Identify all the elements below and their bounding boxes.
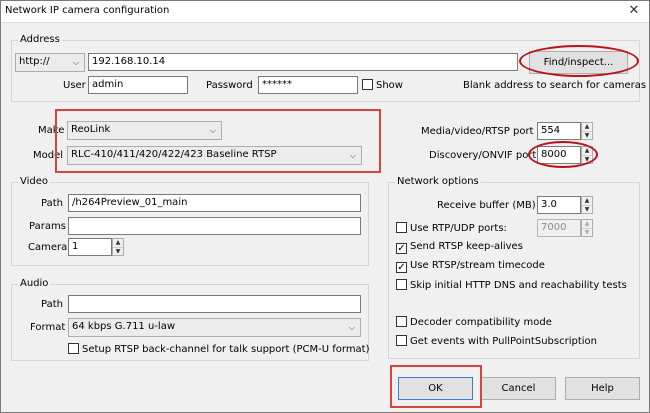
media-port-input[interactable]: 554 — [537, 122, 581, 140]
spin-up-icon[interactable]: ▲ — [113, 239, 123, 247]
use-rtp-toggle[interactable]: Use RTP/UDP ports: — [396, 222, 507, 234]
camera-input[interactable]: 1 — [68, 238, 112, 256]
audio-format-select[interactable]: 64 kbps G.711 u-law ⌵ — [68, 318, 361, 337]
chevron-down-icon: ⌵ — [209, 126, 216, 135]
spin-down-icon[interactable]: ▼ — [582, 155, 592, 163]
decoder-compat-label: Decoder compatibility mode — [410, 317, 552, 328]
pullpoint-checkbox[interactable] — [396, 335, 407, 346]
timecode-label: Use RTSP/stream timecode — [410, 260, 545, 271]
user-input[interactable]: admin — [88, 76, 188, 94]
camera-spinner[interactable]: ▲ ▼ — [112, 238, 124, 256]
backchannel-label: Setup RTSP back-channel for talk support… — [82, 344, 370, 355]
backchannel-toggle[interactable]: Setup RTSP back-channel for talk support… — [68, 343, 370, 355]
video-path-input[interactable]: /h264Preview_01_main — [68, 194, 361, 212]
video-path-label: Path — [41, 198, 63, 209]
show-password-toggle[interactable]: Show — [362, 79, 403, 91]
discovery-port-input[interactable]: 8000 — [537, 146, 581, 164]
protocol-value: http:// — [19, 56, 50, 67]
ok-button[interactable]: OK — [398, 377, 473, 400]
show-password-label: Show — [376, 80, 403, 91]
keepalive-label: Send RTSP keep-alives — [410, 241, 523, 252]
network-options-title: Network options — [395, 176, 481, 187]
address-input[interactable]: 192.168.10.14 — [88, 53, 518, 71]
use-rtp-checkbox[interactable] — [396, 222, 407, 233]
dialog-window: Network IP camera configuration ✕ Addres… — [0, 0, 650, 413]
chevron-down-icon: ⌵ — [348, 323, 355, 332]
spin-up-icon[interactable]: ▲ — [582, 123, 592, 131]
spin-down-icon[interactable]: ▼ — [582, 131, 592, 139]
model-select[interactable]: RLC-410/411/420/422/423 Baseline RTSP ⌵ — [67, 146, 362, 165]
audio-format-value: 64 kbps G.711 u-law — [72, 321, 176, 332]
spin-down-icon[interactable]: ▼ — [113, 247, 123, 255]
rtp-port-input: 7000 — [537, 219, 581, 237]
spin-up-icon[interactable]: ▲ — [582, 197, 592, 205]
decoder-compat-toggle[interactable]: Decoder compatibility mode — [396, 316, 552, 328]
skip-dns-label: Skip initial HTTP DNS and reachability t… — [410, 280, 627, 291]
timecode-toggle[interactable]: ✓ Use RTSP/stream timecode — [396, 260, 545, 273]
audio-path-label: Path — [41, 299, 63, 310]
close-button[interactable]: ✕ — [619, 1, 649, 22]
audio-path-input[interactable] — [68, 295, 361, 313]
password-label: Password — [206, 80, 253, 91]
model-value: RLC-410/411/420/422/423 Baseline RTSP — [71, 149, 277, 160]
help-button[interactable]: Help — [565, 377, 640, 400]
pullpoint-toggle[interactable]: Get events with PullPointSubscription — [396, 335, 597, 347]
backchannel-checkbox[interactable] — [68, 343, 79, 354]
chevron-down-icon: ⌵ — [72, 58, 79, 67]
discovery-port-spinner[interactable]: ▲ ▼ — [581, 146, 593, 164]
window-title: Network IP camera configuration — [5, 5, 170, 16]
spin-up-icon: ▲ — [584, 220, 590, 227]
address-hint: Blank address to search for cameras — [463, 80, 647, 91]
audio-group-title: Audio — [18, 278, 51, 289]
make-label: Make — [38, 125, 65, 136]
pullpoint-label: Get events with PullPointSubscription — [410, 336, 597, 347]
receive-buffer-label: Receive buffer (MB) — [437, 200, 536, 211]
video-params-input[interactable] — [68, 217, 361, 235]
password-input[interactable]: ****** — [258, 76, 358, 94]
cancel-button[interactable]: Cancel — [481, 377, 556, 400]
skip-dns-toggle[interactable]: Skip initial HTTP DNS and reachability t… — [396, 279, 627, 291]
close-icon: ✕ — [628, 3, 640, 18]
show-password-checkbox[interactable] — [362, 79, 373, 90]
receive-buffer-spinner[interactable]: ▲ ▼ — [581, 196, 593, 214]
media-port-label: Media/video/RTSP port — [421, 126, 534, 137]
video-params-label: Params — [29, 221, 66, 232]
make-select[interactable]: ReoLink ⌵ — [67, 121, 222, 140]
receive-buffer-input[interactable]: 3.0 — [537, 196, 581, 214]
chevron-down-icon: ⌵ — [349, 151, 356, 160]
address-group-title: Address — [18, 34, 62, 45]
audio-format-label: Format — [30, 322, 66, 333]
protocol-select[interactable]: http:// ⌵ — [15, 53, 85, 72]
spin-down-icon[interactable]: ▼ — [582, 205, 592, 213]
video-group-title: Video — [18, 176, 51, 187]
keepalive-toggle[interactable]: ✓ Send RTSP keep-alives — [396, 241, 523, 254]
make-value: ReoLink — [71, 124, 111, 135]
skip-dns-checkbox[interactable] — [396, 279, 407, 290]
user-label: User — [63, 80, 86, 91]
spin-down-icon: ▼ — [582, 228, 592, 236]
model-label: Model — [33, 150, 64, 161]
media-port-spinner[interactable]: ▲ ▼ — [581, 122, 593, 140]
camera-label: Camera — [28, 242, 68, 253]
discovery-port-label: Discovery/ONVIF port — [429, 150, 537, 161]
use-rtp-label: Use RTP/UDP ports: — [410, 223, 507, 234]
decoder-compat-checkbox[interactable] — [396, 316, 407, 327]
timecode-checkbox[interactable]: ✓ — [396, 262, 407, 273]
spin-up-icon[interactable]: ▲ — [582, 147, 592, 155]
rtp-port-spinner: ▲ ▼ — [581, 219, 593, 237]
title-bar: Network IP camera configuration ✕ — [1, 1, 649, 23]
find-inspect-button[interactable]: Find/inspect... — [529, 51, 628, 74]
keepalive-checkbox[interactable]: ✓ — [396, 243, 407, 254]
